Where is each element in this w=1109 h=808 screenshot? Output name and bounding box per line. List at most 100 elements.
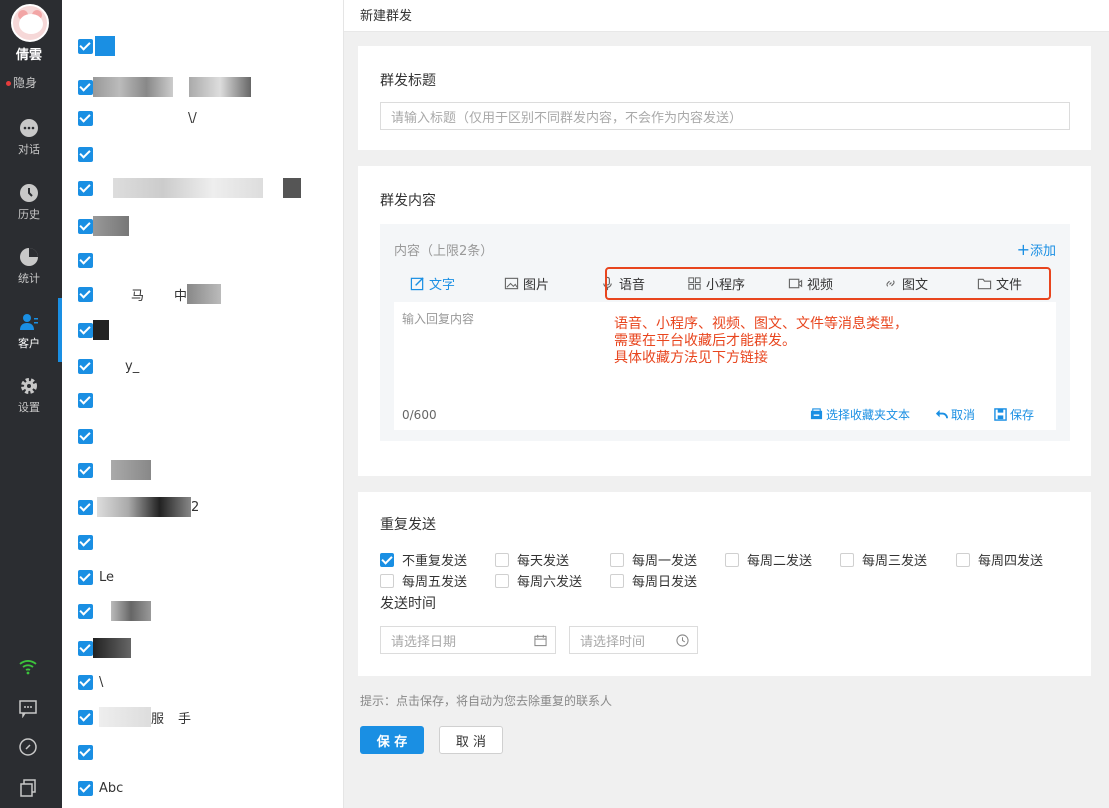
checkbox[interactable] [380,573,394,588]
add-content-button[interactable]: +添加 [1017,240,1056,259]
section-title: 群发标题 [380,73,436,89]
checkbox[interactable] [78,709,93,725]
checkbox[interactable] [78,534,93,550]
save-button[interactable]: 保 存 [360,726,424,754]
repeat-option-wednesday[interactable]: 每周三发送 [840,550,927,569]
blurred-name [111,460,151,480]
list-item[interactable] [78,144,93,164]
nav-item-stats[interactable]: 统计 [0,241,58,297]
select-favorite-text-button[interactable]: 选择收藏夹文本 [810,406,910,423]
list-item[interactable]: \ [78,672,103,692]
checkbox[interactable] [840,552,854,567]
checkbox[interactable] [380,552,394,567]
list-item[interactable] [78,601,151,621]
title-input[interactable]: 请输入标题（仅用于区别不同群发内容，不会作为内容发送） [380,102,1070,130]
checkbox[interactable] [78,322,93,338]
checkbox[interactable] [78,428,93,444]
list-item[interactable] [78,426,93,446]
list-item[interactable] [78,638,131,658]
user-status[interactable]: 隐身 [6,74,37,91]
list-item[interactable] [78,36,115,56]
list-item[interactable] [78,178,301,198]
repeat-option-sunday[interactable]: 每周日发送 [610,571,697,590]
edit-icon [410,277,424,291]
checkbox[interactable] [78,640,93,656]
copy-icon[interactable] [18,778,38,798]
nav-item-history[interactable]: 历史 [0,177,58,233]
checkbox[interactable] [78,358,93,374]
cancel-button[interactable]: 取 消 [439,726,503,754]
list-item[interactable] [78,390,93,410]
checkbox[interactable] [78,392,93,408]
blurred-avatar [95,36,115,56]
list-item[interactable] [78,216,129,236]
checkbox[interactable] [78,286,93,302]
contact-name: y_ [125,358,140,374]
gear-icon [21,378,37,394]
repeat-option-tuesday[interactable]: 每周二发送 [725,550,812,569]
option-label: 不重复发送 [402,554,468,569]
checkbox[interactable] [495,552,509,567]
cancel-edit-button[interactable]: 取消 [935,406,975,423]
list-item[interactable] [78,532,93,552]
checkbox[interactable] [725,552,739,567]
checkbox[interactable] [78,38,93,54]
list-item[interactable] [78,742,93,762]
nav-item-customers[interactable]: 客户 [0,306,58,362]
list-item[interactable] [78,250,93,270]
contact-list[interactable]: \/ 马中 y_ 2 Le \ 服手 Abc [62,0,344,808]
repeat-option-saturday[interactable]: 每周六发送 [495,571,582,590]
wifi-icon[interactable] [18,656,38,676]
checkbox[interactable] [956,552,970,567]
nav-item-settings[interactable]: 设置 [0,370,58,426]
repeat-option-friday[interactable]: 每周五发送 [380,571,467,590]
list-item[interactable]: 马中 [78,284,222,304]
checkbox[interactable] [610,552,624,567]
checkbox[interactable] [78,603,93,619]
save-content-button[interactable]: 保存 [994,406,1034,423]
blurred-avatar [93,638,131,658]
tab-text[interactable]: 文字 [410,274,455,293]
blurred-name [189,77,251,97]
checkbox[interactable] [78,674,93,690]
list-item[interactable]: y_ [78,356,139,376]
checkbox[interactable] [78,462,93,478]
nav-item-label: 客户 [18,337,40,350]
annotation-note: 语音、小程序、视频、图文、文件等消息类型， 需要在平台收藏后才能群发。 具体收藏… [614,316,908,367]
list-item[interactable]: 服手 [78,707,191,727]
checkbox[interactable] [78,218,93,234]
reply-textarea[interactable]: 输入回复内容 语音、小程序、视频、图文、文件等消息类型， 需要在平台收藏后才能群… [394,302,1056,430]
checkbox[interactable] [78,499,93,515]
checkbox[interactable] [78,744,93,760]
list-item[interactable]: Abc [78,778,123,798]
repeat-option-daily[interactable]: 每天发送 [495,550,569,569]
checkbox[interactable] [78,146,93,162]
checkbox[interactable] [610,573,624,588]
link-icon[interactable] [18,737,38,757]
list-item[interactable]: \/ [78,108,197,128]
checkbox[interactable] [78,252,93,268]
list-item[interactable] [78,77,251,97]
time-picker[interactable]: 请选择时间 [569,626,698,654]
repeat-option-monday[interactable]: 每周一发送 [610,550,697,569]
user-avatar[interactable] [11,4,49,42]
date-picker[interactable]: 请选择日期 [380,626,556,654]
list-item[interactable] [78,320,109,340]
checkbox[interactable] [78,780,93,796]
tab-image[interactable]: 图片 [504,274,549,293]
checkbox[interactable] [495,573,509,588]
checkbox[interactable] [78,79,93,95]
page-title: 新建群发 [360,9,413,24]
checkbox[interactable] [78,569,93,585]
checkbox[interactable] [78,110,93,126]
message-square-icon[interactable] [18,698,38,718]
repeat-option-thursday[interactable]: 每周四发送 [956,550,1043,569]
list-item[interactable]: 2 [78,497,199,517]
broadcast-content-card: 群发内容 内容（上限2条） +添加 文字 图片 语音 小程序 视频 图文 文件 … [358,166,1091,476]
contact-name: 马 [131,288,145,304]
nav-item-chat[interactable]: 对话 [0,112,58,168]
checkbox[interactable] [78,180,93,196]
list-item[interactable] [78,460,151,480]
list-item[interactable]: Le [78,567,114,587]
repeat-option-none[interactable]: 不重复发送 [380,550,467,569]
